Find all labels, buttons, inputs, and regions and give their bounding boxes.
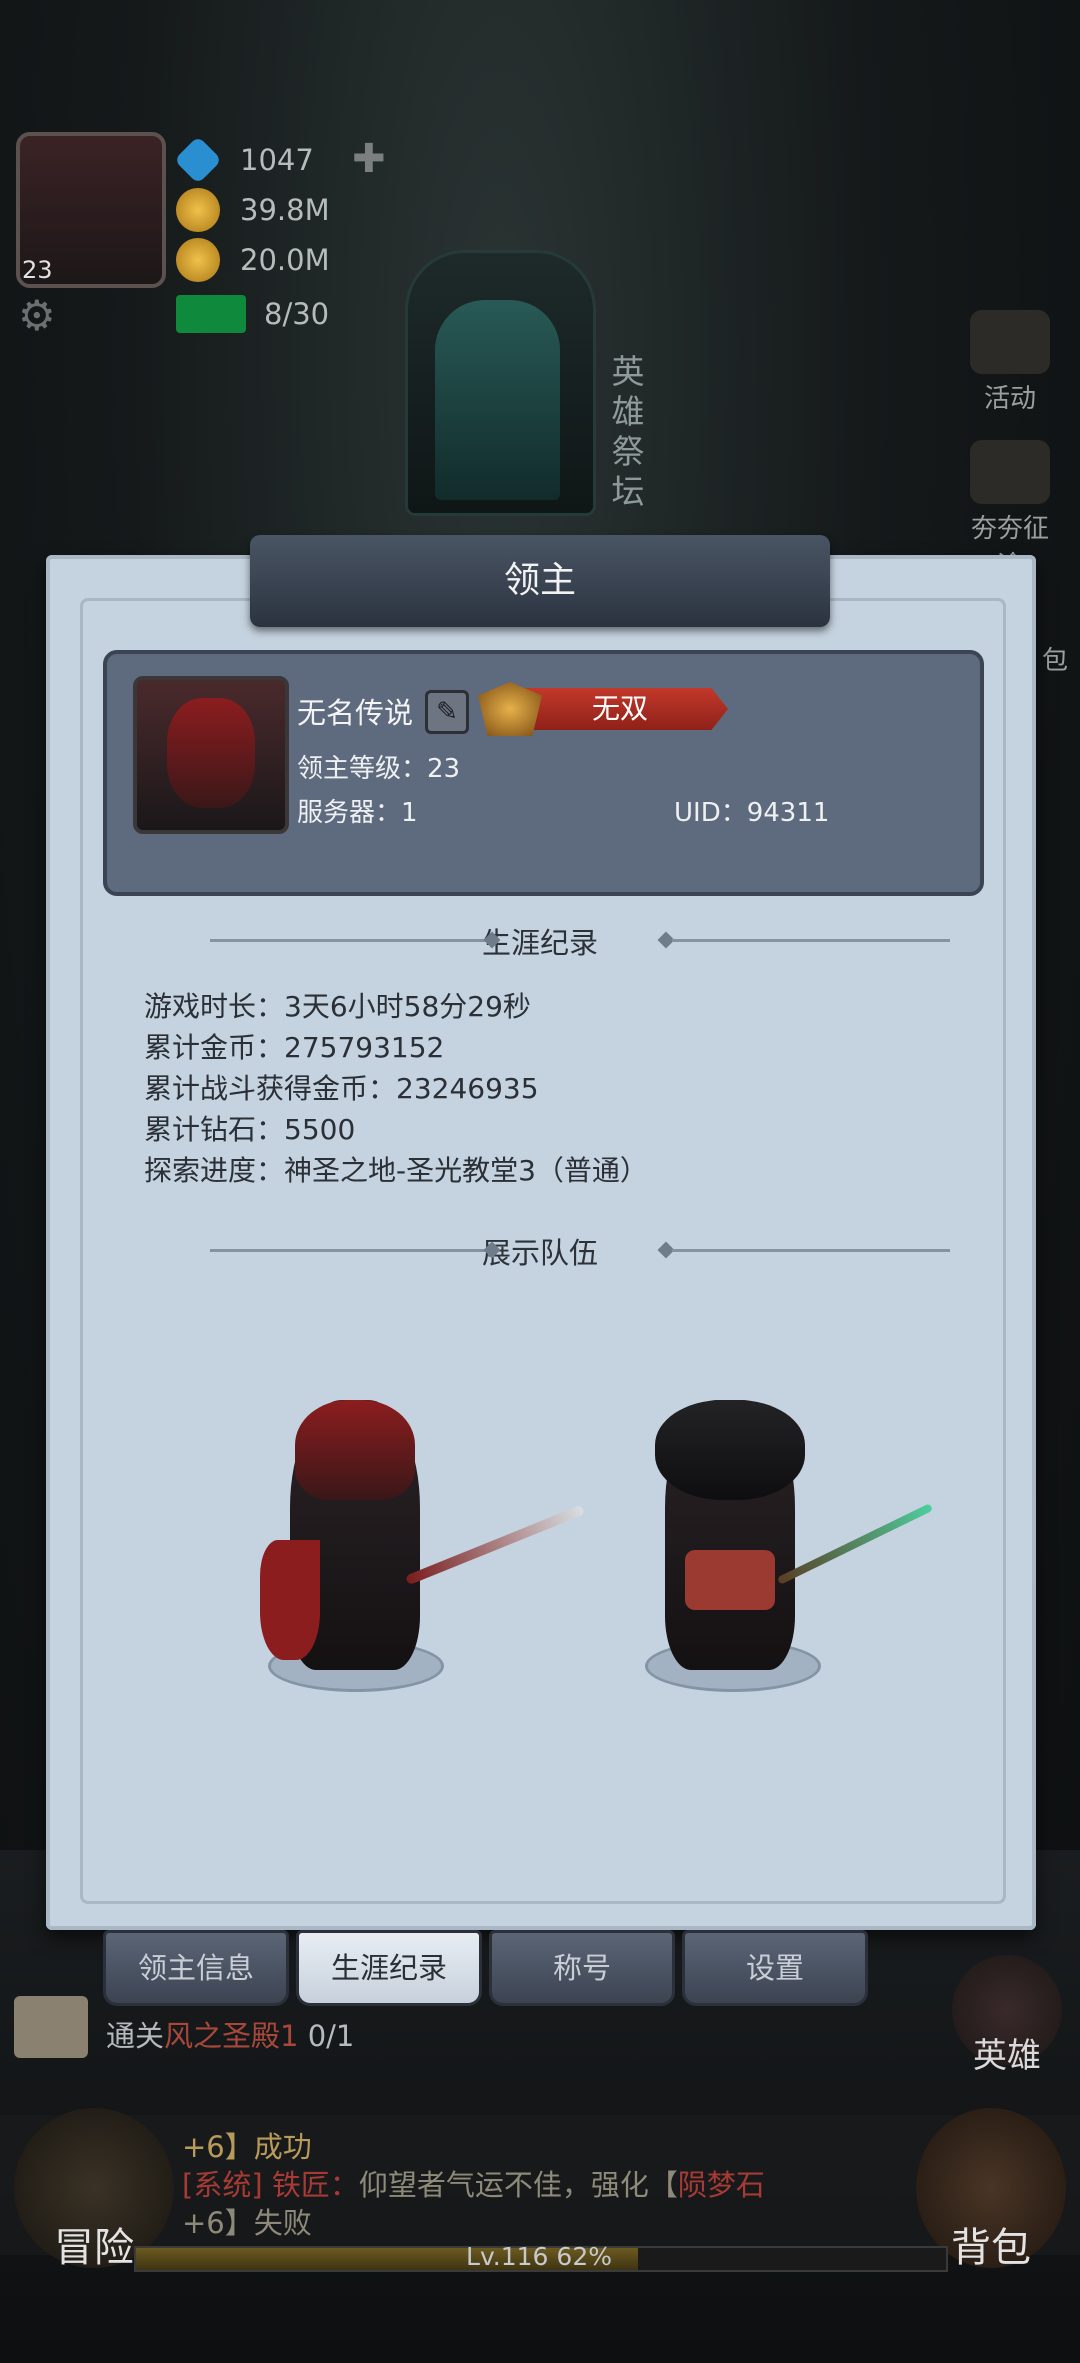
career-heading: 生涯纪录	[481, 926, 598, 960]
log-line-2: [系统] 铁匠：仰望者气运不佳，强化【陨梦石	[182, 2162, 765, 2204]
divider-left	[210, 1249, 490, 1252]
event-button[interactable]: 活动	[960, 310, 1060, 415]
quest-text[interactable]: 通关风之圣殿1 0/1	[106, 2013, 354, 2055]
crown-icon	[970, 440, 1050, 504]
altar-label: 英雄祭坛	[611, 352, 645, 511]
diamond-value: 1047	[240, 143, 314, 177]
hero-1-cape	[260, 1540, 320, 1660]
log-tag: [系统]	[182, 2168, 263, 2202]
gold-coin-icon	[176, 188, 220, 232]
hero-2-horned-helmet	[655, 1400, 805, 1500]
scroll-icon	[970, 310, 1050, 374]
quest-progress: 0/1	[307, 2019, 355, 2053]
xp-text: Lv.116 62%	[466, 2242, 612, 2271]
divider-right	[672, 1249, 950, 1252]
log-message: 仰望者气运不佳，强化【	[358, 2168, 678, 2202]
diamond-icon	[173, 135, 223, 185]
coin-icon	[176, 238, 220, 282]
panel-title: 领主	[503, 560, 576, 601]
edit-name-icon[interactable]: ✎	[425, 690, 469, 734]
tab-title[interactable]: 称号	[489, 1930, 675, 2006]
gold-counter: 39.8M	[176, 186, 330, 234]
hero-2[interactable]	[655, 1400, 805, 1670]
gear-icon[interactable]: ⚙	[18, 294, 62, 338]
quest-prefix: 通关	[106, 2019, 165, 2053]
stamina-counter: 8/30	[176, 290, 329, 338]
diamond-counter: 1047	[173, 135, 314, 185]
hero-1[interactable]	[260, 1400, 420, 1670]
divider-right	[672, 939, 950, 942]
log-line-3: +6】失败	[182, 2206, 312, 2240]
stamina-icon	[176, 295, 246, 333]
quest-target: 风之圣殿1	[164, 2019, 299, 2053]
stat-total-gold: 累计金币：275793152	[144, 1031, 445, 1064]
tab-career-record[interactable]: 生涯纪录	[296, 1930, 482, 2006]
hero-1-helmet	[295, 1400, 415, 1500]
uid: UID：94311	[674, 798, 830, 828]
career-heading-row: 生涯纪录	[80, 920, 1000, 960]
player-level: 23	[22, 256, 53, 284]
event-label: 活动	[983, 384, 1036, 414]
coin-value: 20.0M	[240, 243, 330, 277]
hero-button-label: 英雄	[973, 2036, 1041, 2076]
package-label: 包	[1041, 646, 1068, 676]
add-diamond-button[interactable]: ✚	[352, 136, 386, 182]
log-item: 陨梦石	[677, 2168, 765, 2202]
stat-exploration: 探索进度：神圣之地-圣光教堂3（普通）	[144, 1154, 648, 1187]
team-heading: 展示队伍	[481, 1236, 598, 1270]
tab-lord-info[interactable]: 领主信息	[103, 1930, 289, 2006]
lord-level: 领主等级：23	[297, 754, 461, 784]
coin-counter: 20.0M	[176, 236, 330, 284]
quest-scroll-icon[interactable]	[14, 1996, 88, 2058]
stat-diamonds: 累计钻石：5500	[144, 1113, 356, 1146]
gold-value: 39.8M	[240, 193, 330, 227]
hero-2-skirt	[685, 1550, 775, 1610]
stamina-value: 8/30	[264, 297, 330, 331]
tab-settings[interactable]: 设置	[682, 1930, 868, 2006]
package-button[interactable]: 包	[1030, 640, 1080, 677]
stat-playtime: 游戏时长：3天6小时58分29秒	[144, 990, 531, 1023]
title-badge-text: 无双	[591, 692, 648, 725]
server: 服务器：1	[297, 798, 418, 828]
log-npc: 铁匠：	[271, 2168, 359, 2202]
altar-glow	[435, 300, 560, 500]
log-line-1: +6】成功	[182, 2130, 312, 2164]
divider-left	[210, 939, 490, 942]
helmet-shape	[167, 698, 255, 808]
stat-battle-gold: 累计战斗获得金币：23246935	[144, 1072, 539, 1105]
lord-portrait[interactable]	[133, 676, 289, 834]
lord-name: 无名传说	[297, 696, 414, 730]
team-heading-row: 展示队伍	[80, 1230, 1000, 1270]
